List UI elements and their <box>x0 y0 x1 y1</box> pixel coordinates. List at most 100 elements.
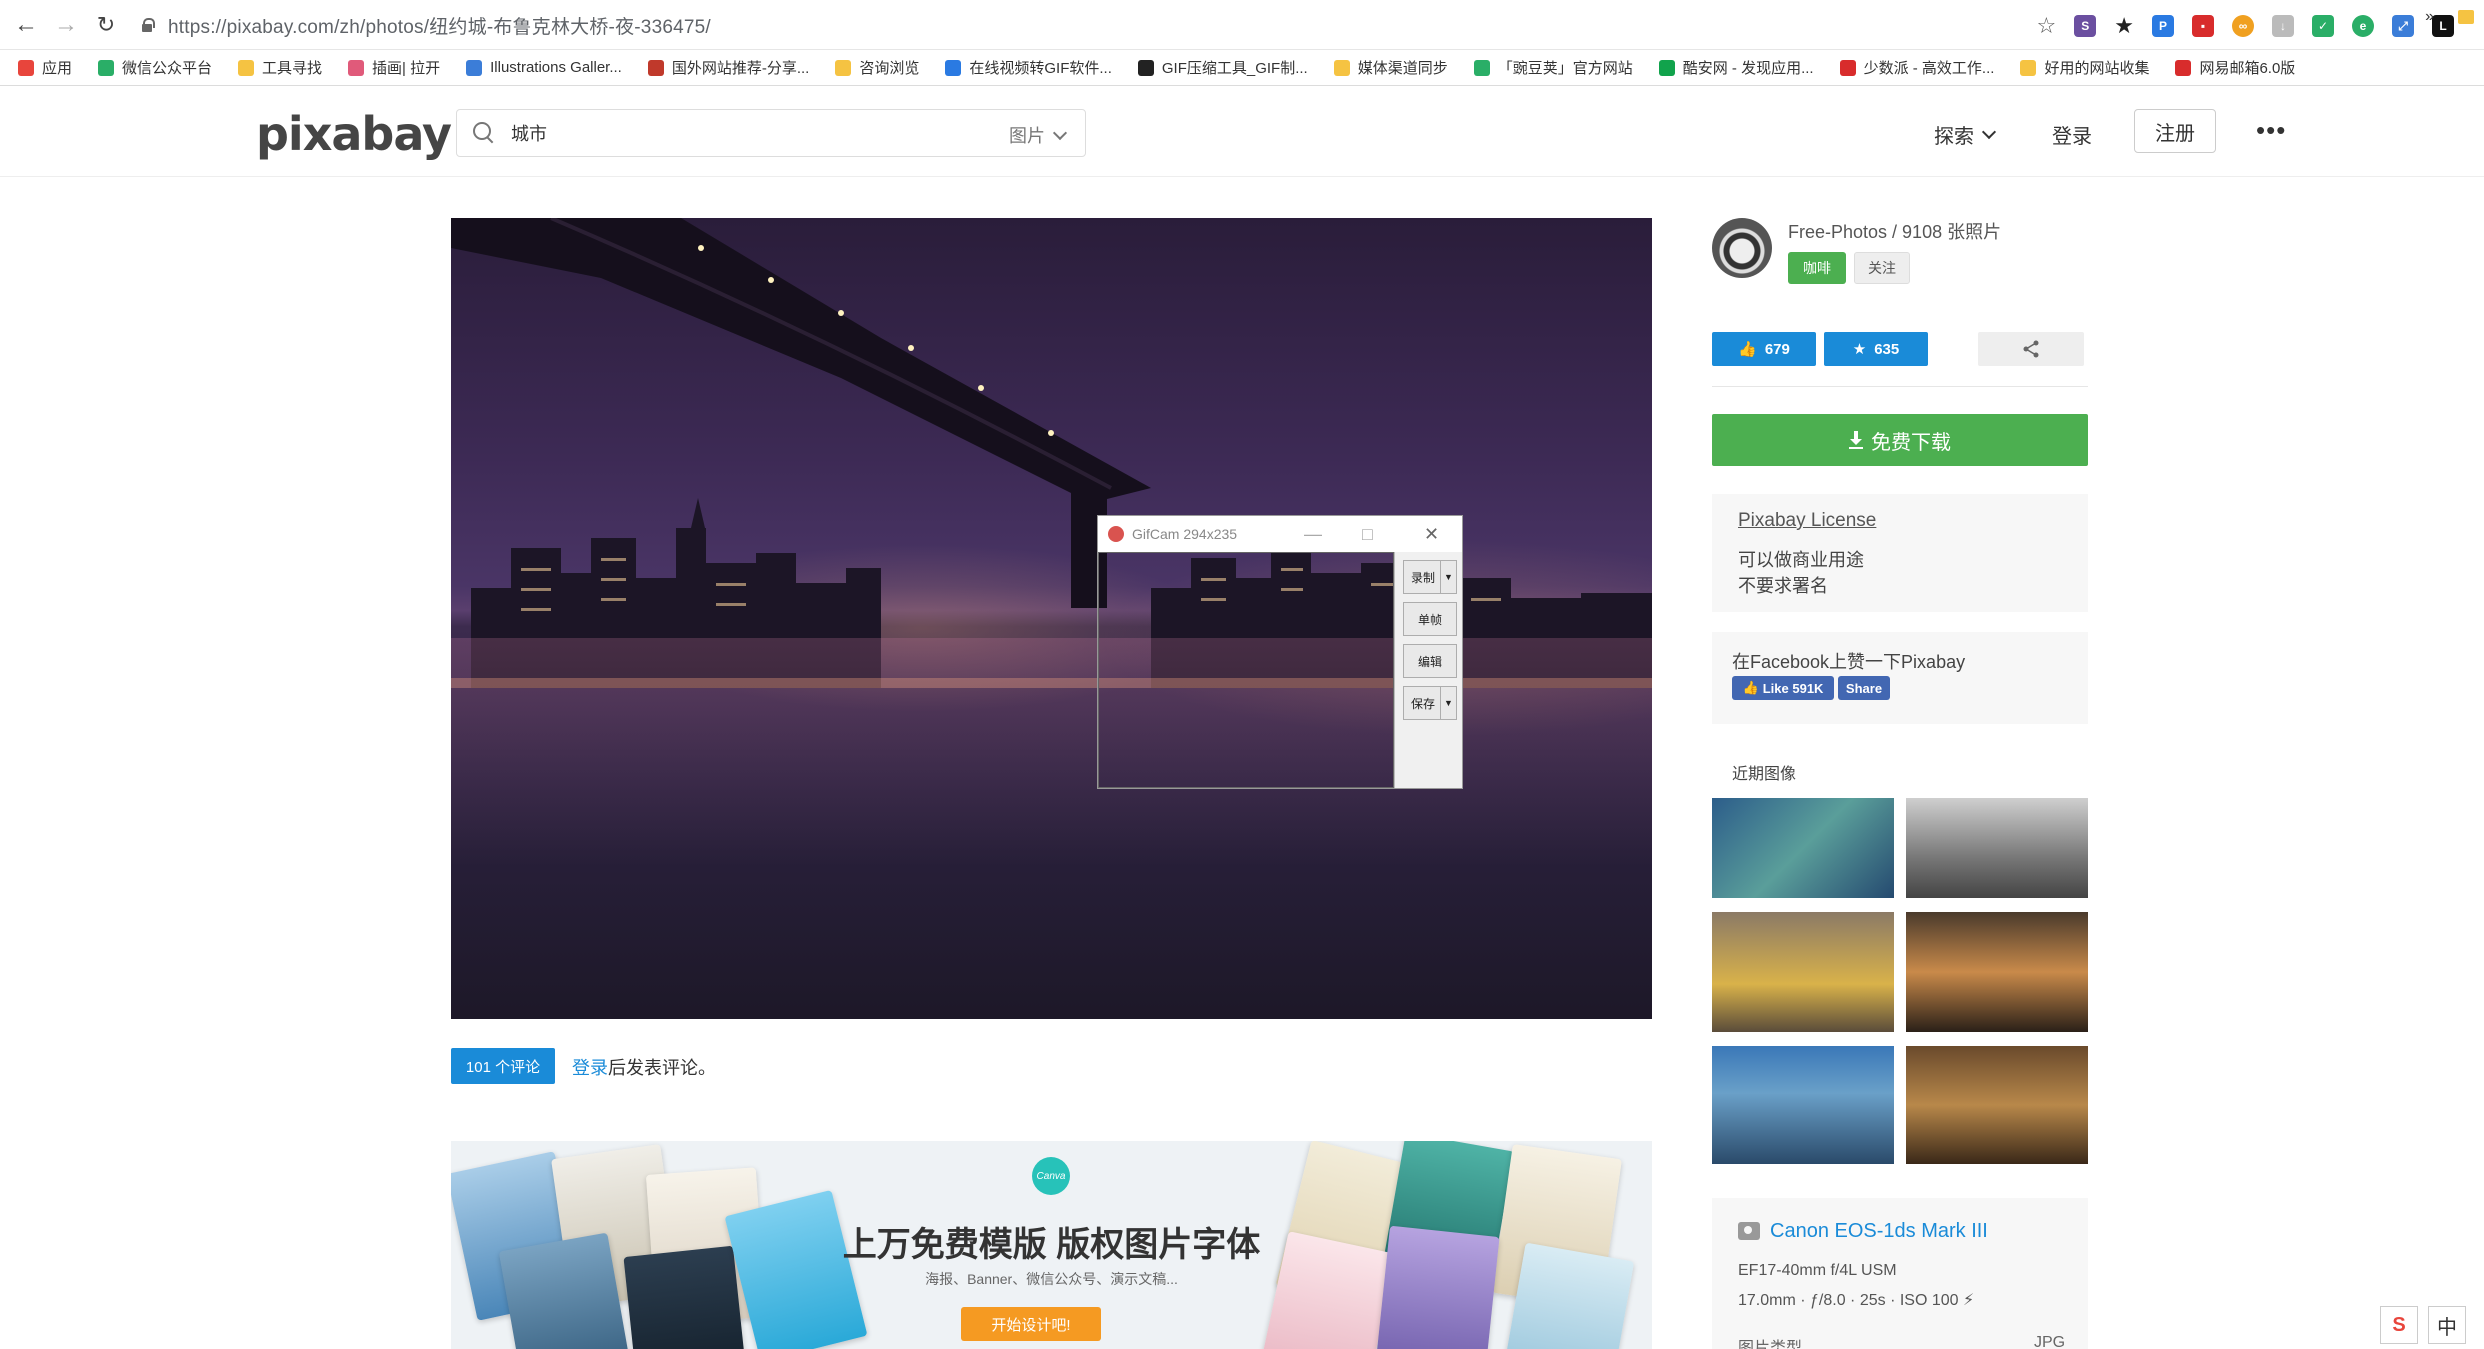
bookmark-label: GIF压缩工具_GIF制... <box>1161 60 1308 77</box>
recent-thumbnail[interactable] <box>1906 912 2088 1032</box>
bookmarks-overflow[interactable]: » <box>2425 8 2434 26</box>
bookmark-item[interactable]: GIF压缩工具_GIF制... <box>1137 57 1308 78</box>
recent-thumbnail[interactable] <box>1712 912 1894 1032</box>
bookmark-item[interactable]: Illustrations Galler... <box>466 59 622 76</box>
bookmark-label: Illustrations Galler... <box>490 59 622 76</box>
bookmark-item[interactable]: 工具寻找 <box>238 57 322 78</box>
bookmark-item[interactable]: 微信公众平台 <box>98 57 212 78</box>
minimize-icon[interactable]: — <box>1304 524 1322 545</box>
fb-like-label: Like 591K <box>1762 680 1824 696</box>
extension-icon[interactable]: ⤢ <box>2392 15 2414 37</box>
extension-icon[interactable]: L <box>2432 15 2454 37</box>
record-button[interactable]: 录制 ▼ <box>1403 560 1457 594</box>
close-icon[interactable]: ✕ <box>1424 524 1439 545</box>
facebook-panel: 在Facebook上赞一下Pixabay 👍 Like 591K Share <box>1712 632 2088 724</box>
download-label: 免费下载 <box>1871 431 1951 454</box>
maximize-icon[interactable]: □ <box>1362 524 1373 545</box>
water-reflection <box>451 638 1652 1018</box>
extension-icon[interactable]: ✓ <box>2312 15 2334 37</box>
like-button[interactable]: 👍 679 <box>1712 332 1816 366</box>
recent-thumbnail[interactable] <box>1712 1046 1894 1164</box>
bookmark-star-icon[interactable]: ☆ <box>2037 13 2057 39</box>
bookmark-item[interactable]: 网易邮箱6.0版 <box>2175 57 2295 78</box>
bookmark-item[interactable]: 在线视频转GIF软件... <box>945 57 1112 78</box>
divider <box>1712 386 2088 387</box>
recent-images-title: 近期图像 <box>1732 766 1797 783</box>
chevron-down-icon <box>1981 124 1997 140</box>
recent-thumbnail[interactable] <box>1712 798 1894 898</box>
single-frame-button[interactable]: 单帧 <box>1403 602 1457 636</box>
license-link[interactable]: Pixabay License <box>1738 510 1876 532</box>
login-link[interactable]: 登录 <box>2052 120 2092 149</box>
avatar[interactable] <box>1712 218 1772 278</box>
bookmark-item[interactable]: 「豌豆荚」官方网站 <box>1473 57 1633 78</box>
bookmark-item[interactable]: 酷安网 - 发现应用... <box>1658 57 1814 78</box>
forward-icon[interactable]: → <box>50 9 82 41</box>
evernote-icon[interactable]: e <box>2352 15 2374 37</box>
bookmark-item[interactable]: 应用 <box>18 57 72 78</box>
lock-icon <box>140 18 155 32</box>
follow-button[interactable]: 关注 <box>1854 252 1910 284</box>
bookmark-icon <box>1658 59 1675 76</box>
coffee-button[interactable]: 咖啡 <box>1788 252 1846 284</box>
signup-button[interactable]: 注册 <box>2134 109 2216 153</box>
record-label: 录制 <box>1410 570 1435 585</box>
thumbs-up-icon: 👍 <box>1742 680 1759 695</box>
bookmark-label: 应用 <box>42 60 73 77</box>
reload-icon[interactable]: ↻ <box>90 9 122 41</box>
more-menu-icon[interactable]: ••• <box>2256 115 2286 146</box>
search-input[interactable] <box>511 122 981 144</box>
comment-login-suffix: 后发表评论。 <box>608 1058 716 1078</box>
folder-icon[interactable] <box>2458 10 2474 24</box>
bookmark-item[interactable]: 少数派 - 高效工作... <box>1839 57 1994 78</box>
gifcam-window[interactable]: GifCam 294x235 — □ ✕ 录制 ▼ 单帧 编辑 保存 ▼ <box>1097 515 1463 789</box>
camera-model-link[interactable]: Canon EOS-1ds Mark III <box>1770 1220 1988 1243</box>
facebook-like-button[interactable]: 👍 Like 591K <box>1732 676 1834 700</box>
bookmark-item[interactable]: 好用的网站收集 <box>2020 57 2149 78</box>
share-button[interactable] <box>1978 332 2084 366</box>
bookmark-icon <box>647 59 664 76</box>
search-icon[interactable] <box>473 122 495 144</box>
input-language-icon[interactable]: 中 <box>2428 1306 2466 1344</box>
bookmark-label: 在线视频转GIF软件... <box>969 60 1112 77</box>
comments-count-badge[interactable]: 101 个评论 <box>451 1048 555 1084</box>
bookmark-icon <box>1137 59 1154 76</box>
extension-icon[interactable]: ∞ <box>2232 15 2254 37</box>
sogou-ime-icon[interactable]: S <box>2380 1306 2418 1344</box>
gifcam-titlebar[interactable]: GifCam 294x235 — □ ✕ <box>1098 516 1462 552</box>
address-bar[interactable]: https://pixabay.com/zh/photos/纽约城-布鲁克林大桥… <box>140 9 2040 41</box>
bookmark-item[interactable]: 媒体渠道同步 <box>1333 57 1448 78</box>
bookmark-item[interactable]: 国外网站推荐-分享... <box>647 57 809 78</box>
free-download-button[interactable]: 免费下载 <box>1712 414 2088 466</box>
facebook-share-button[interactable]: Share <box>1838 676 1890 700</box>
recent-thumbnail[interactable] <box>1906 798 2088 898</box>
bookmark-item[interactable]: 咨询浏览 <box>835 57 919 78</box>
dropdown-arrow-icon[interactable]: ▼ <box>1440 561 1456 593</box>
dropdown-arrow-icon[interactable]: ▼ <box>1440 687 1456 719</box>
extension-icon[interactable]: P <box>2152 15 2174 37</box>
banner-cta-button[interactable]: 开始设计吧! <box>961 1307 1101 1341</box>
comment-login-link[interactable]: 登录 <box>572 1058 608 1078</box>
pixabay-logo[interactable]: pixabay <box>256 107 452 161</box>
url-text: https://pixabay.com/zh/photos/纽约城-布鲁克林大桥… <box>168 16 711 38</box>
search-type-dropdown[interactable]: 图片 <box>1009 122 1068 148</box>
explore-menu[interactable]: 探索 <box>1934 120 1997 149</box>
bookmark-item[interactable]: 插画| 拉开 <box>348 57 440 78</box>
recent-thumbnail[interactable] <box>1906 1046 2088 1164</box>
site-header: pixabay 图片 探索 登录 注册 ••• <box>0 87 2484 177</box>
author-name[interactable]: Free-Photos / 9108 张照片 <box>1788 218 2001 244</box>
gifcam-controls: 录制 ▼ 单帧 编辑 保存 ▼ <box>1394 552 1462 788</box>
image-type-value: JPG <box>2034 1334 2066 1349</box>
main-photo[interactable] <box>451 218 1652 1019</box>
extension-icon[interactable]: S <box>2074 15 2097 37</box>
back-icon[interactable]: ← <box>10 9 42 41</box>
save-button[interactable]: 保存 ▼ <box>1403 686 1457 720</box>
camera-info-panel: Canon EOS-1ds Mark III EF17-40mm f/4L US… <box>1712 1198 2088 1349</box>
canva-ad-banner[interactable]: Canva 上万免费模版 版权图片字体 海报、Banner、微信公众号、演示文稿… <box>451 1141 1652 1349</box>
download-extension-icon[interactable]: ↓ <box>2272 15 2294 37</box>
extension-icon[interactable]: ▪ <box>2192 15 2214 37</box>
exposure-info: 17.0mm · ƒ/8.0 · 25s · ISO 100 ⚡ <box>1738 1292 1975 1309</box>
edit-button[interactable]: 编辑 <box>1403 644 1457 678</box>
star-icon[interactable]: ★ <box>2114 13 2134 39</box>
favorite-button[interactable]: ★ 635 <box>1824 332 1928 366</box>
